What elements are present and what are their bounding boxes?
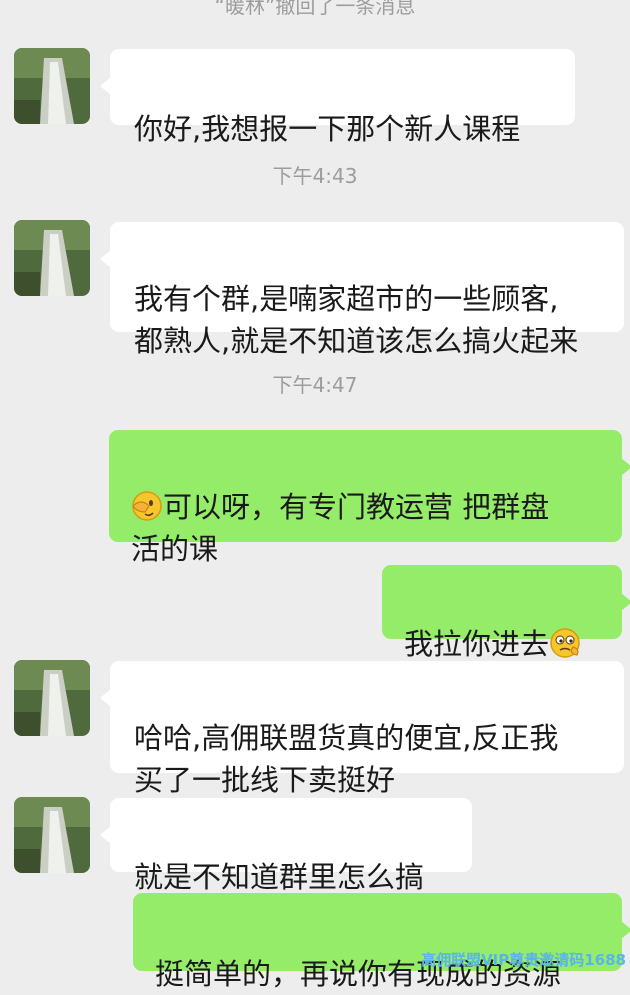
avatar[interactable]: [14, 660, 90, 736]
message-bubble-outgoing[interactable]: 可以呀，有专门教运营 把群盘 活的课: [109, 430, 630, 566]
avatar[interactable]: [14, 797, 90, 873]
message-text: 可以呀，有专门教运营 把群盘 活的课: [131, 490, 550, 566]
thinking-emoji-icon: [550, 628, 580, 658]
message-bubble-incoming[interactable]: 哈哈,高佣联盟货真的便宜,反正我 买了一批线下卖挺好: [100, 661, 624, 797]
avatar-waterfall-image: [14, 797, 90, 873]
avatar[interactable]: [14, 48, 90, 124]
timestamp: 下午4:43: [272, 164, 358, 188]
message-text: 我有个群,是喃家超市的一些顾客, 都熟人,就是不知道该怎么搞火起来: [134, 282, 579, 358]
avatar-waterfall-image: [14, 660, 90, 736]
avatar[interactable]: [14, 220, 90, 296]
message-text: 我拉你进去: [404, 627, 550, 661]
message-text: 你好,我想报一下那个新人课程: [134, 112, 521, 146]
recall-notice: “暖林”撤回了一条消息: [214, 0, 416, 18]
facepalm-emoji-icon: [132, 491, 162, 521]
message-text: 就是不知道群里怎么搞: [134, 860, 425, 894]
timestamp: 下午4:47: [272, 373, 358, 397]
message-text: 哈哈,高佣联盟货真的便宜,反正我 买了一批线下卖挺好: [134, 721, 559, 797]
watermark: 高佣联盟VIP尊贵邀请码1688: [421, 951, 626, 969]
avatar-waterfall-image: [14, 48, 90, 124]
message-bubble-incoming[interactable]: 我有个群,是喃家超市的一些顾客, 都熟人,就是不知道该怎么搞火起来: [100, 222, 624, 358]
avatar-waterfall-image: [14, 220, 90, 296]
message-bubble-incoming[interactable]: 就是不知道群里怎么搞: [100, 798, 472, 894]
message-bubble-incoming[interactable]: 你好,我想报一下那个新人课程: [100, 49, 575, 146]
message-bubble-outgoing[interactable]: 我拉你进去: [382, 565, 630, 661]
